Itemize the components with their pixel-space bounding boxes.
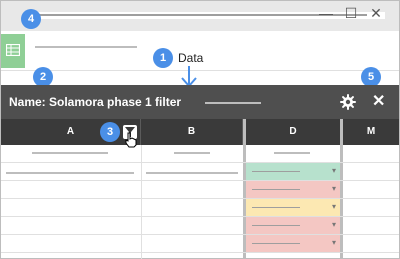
colored-cell[interactable]: ▾ [246,163,340,180]
cell-placeholder [252,225,300,226]
cell-placeholder [252,171,300,172]
sheets-logo-icon[interactable] [1,34,25,68]
dropdown-caret-icon[interactable]: ▾ [332,202,336,211]
close-window-button[interactable]: ✕ [367,4,385,22]
cell-placeholder[interactable] [174,152,210,154]
callout-4: 4 [21,9,41,29]
dropdown-caret-icon[interactable]: ▾ [332,184,336,193]
colored-cell[interactable]: ▾ [246,181,340,198]
filter-view-bar: Name: Solamora phase 1 filter ✕ [1,85,399,119]
cell-placeholder [252,243,300,244]
maximize-button[interactable]: ☐ [342,4,360,22]
close-filter-view-button[interactable]: ✕ [372,91,385,111]
callout-5: 5 [361,67,381,87]
colored-cell[interactable]: ▾ [246,217,340,234]
window-titlebar: — ☐ ✕ [1,1,399,31]
dropdown-caret-icon[interactable]: ▾ [332,166,336,175]
callout-data-label: Data [178,51,204,65]
minimize-button[interactable]: — [317,4,335,22]
colored-cell[interactable]: ▾ [246,199,340,216]
cell-placeholder[interactable] [146,172,238,174]
column-header-d[interactable]: D [246,119,340,145]
cell-placeholder [252,207,300,208]
colored-cell[interactable]: ▾ [246,235,340,252]
cell-placeholder[interactable] [6,172,134,174]
hand-cursor-icon [125,132,137,148]
dropdown-caret-icon[interactable]: ▾ [332,220,336,229]
cell-placeholder [252,189,300,190]
column-header-m[interactable]: M [343,119,399,145]
column-header-b[interactable]: B [141,119,243,145]
doc-title-placeholder [35,46,137,48]
cell-placeholder[interactable] [32,152,108,154]
grid-line [1,252,399,253]
callout-2: 2 [33,67,53,87]
gear-icon[interactable] [340,94,356,110]
filter-range-placeholder[interactable] [205,102,261,104]
callout-3: 3 [100,122,120,142]
callout-1: 1 [153,48,173,68]
hidden-columns-divider[interactable] [340,119,343,259]
cell-placeholder[interactable] [274,152,310,154]
dropdown-caret-icon[interactable]: ▾ [332,238,336,247]
filter-view-name[interactable]: Name: Solamora phase 1 filter [9,95,181,109]
column-header-a[interactable]: A [1,119,141,145]
